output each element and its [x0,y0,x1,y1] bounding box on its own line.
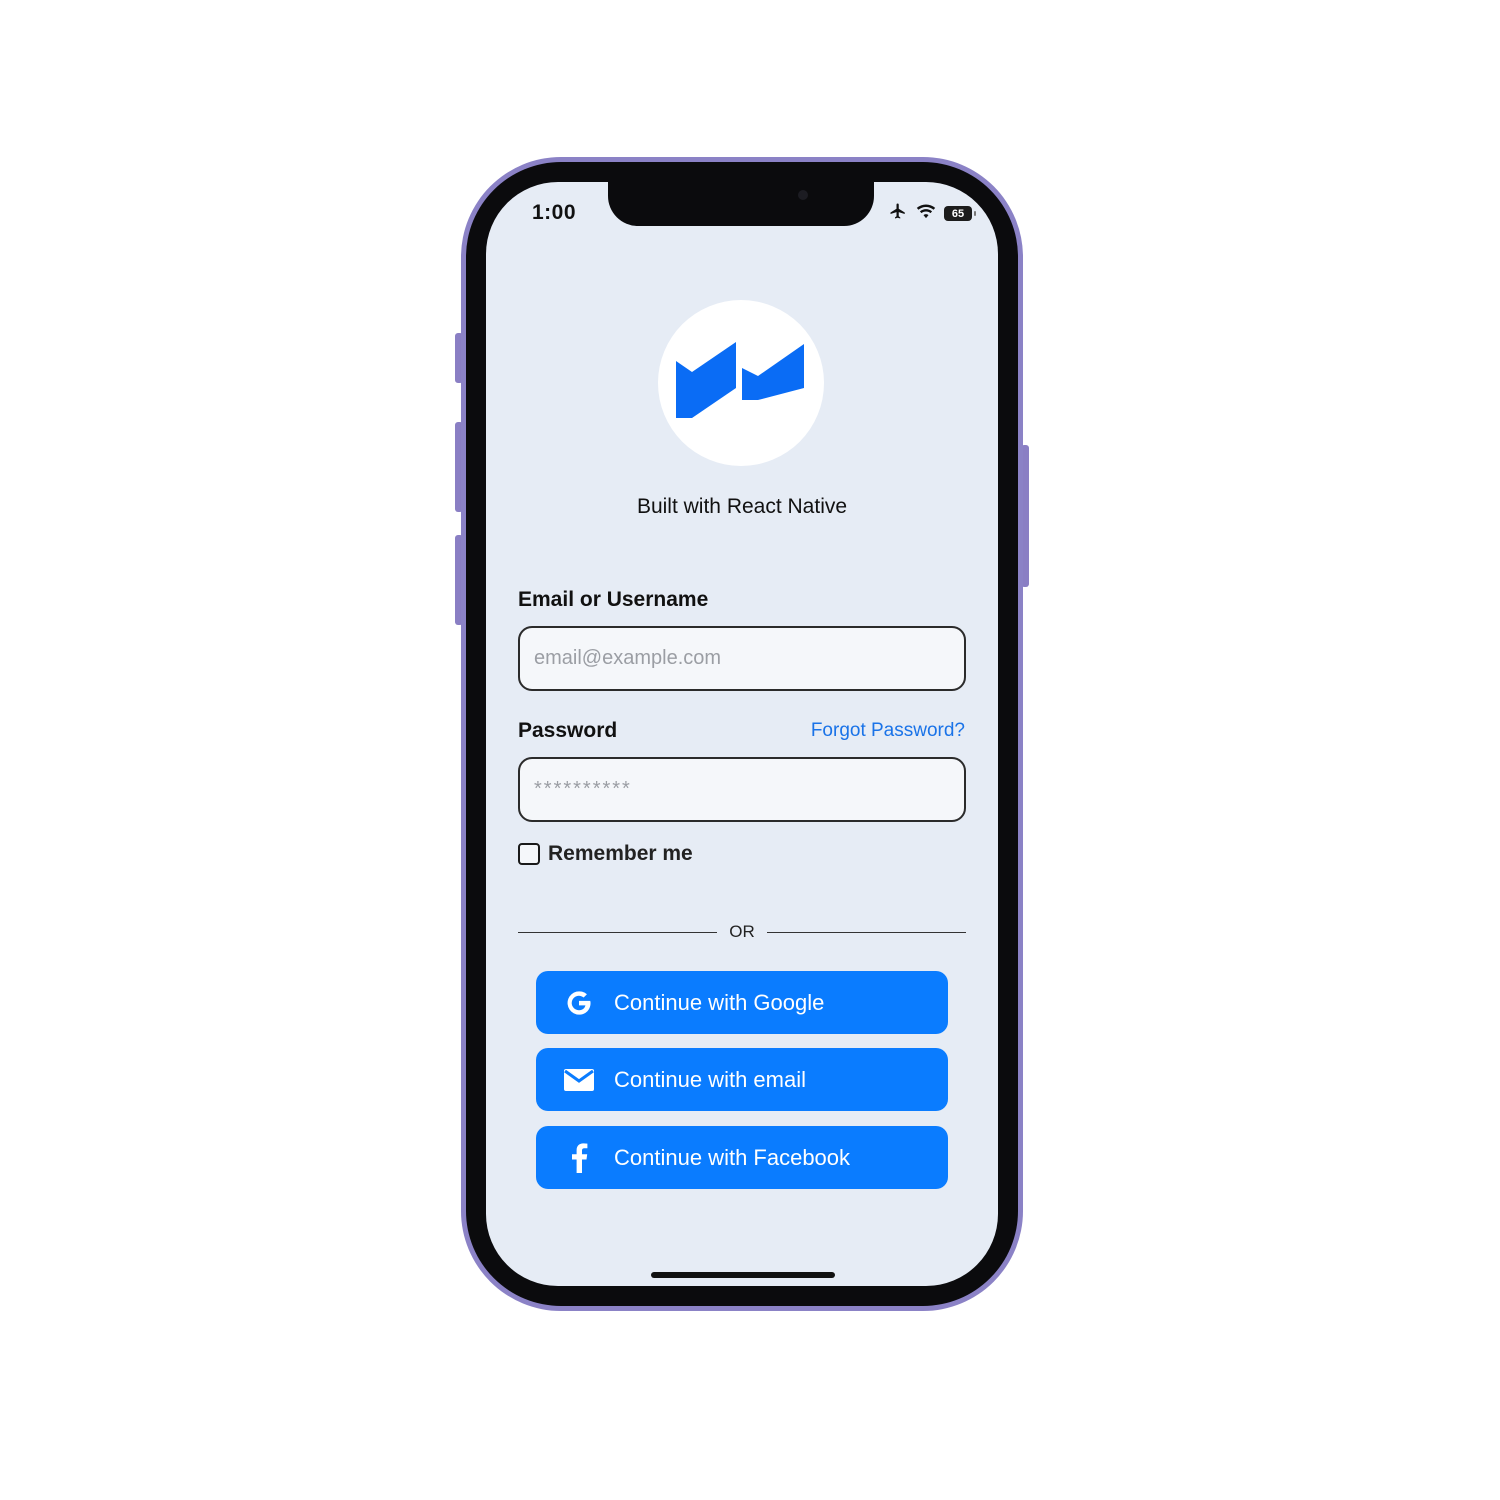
email-field[interactable] [518,626,966,691]
email-label: Email or Username [518,588,709,611]
airplane-icon [888,202,908,225]
email-button-label: Continue with email [614,1066,806,1092]
battery-level: 65 [951,207,965,220]
divider-line-left [518,931,718,933]
app-logo [658,300,824,466]
status-icons: 65 [888,202,976,225]
continue-with-email-button[interactable]: Continue with email [536,1048,948,1111]
continue-with-facebook-button[interactable]: Continue with Facebook [536,1126,948,1189]
facebook-icon [564,1142,594,1173]
continue-with-google-button[interactable]: Continue with Google [536,971,948,1034]
password-label: Password [518,719,618,742]
camera-icon [798,190,808,200]
forgot-password-link[interactable]: Forgot Password? [811,720,965,742]
remember-me-checkbox[interactable] [518,843,540,865]
wifi-icon [916,203,936,224]
home-indicator[interactable] [651,1272,835,1278]
remember-me-row[interactable]: Remember me [518,842,693,866]
facebook-button-label: Continue with Facebook [614,1144,851,1170]
logo-mark-icon [676,342,804,418]
password-field[interactable] [518,757,966,822]
divider-text: OR [729,922,755,941]
mail-icon [564,1065,594,1095]
remember-me-label: Remember me [548,842,693,865]
google-button-label: Continue with Google [614,989,825,1015]
battery-icon: 65 [944,206,976,221]
or-divider: OR [518,922,966,942]
google-icon [564,988,594,1018]
notch [608,182,874,226]
app-screen: 1:00 65 Built with React Native Email or… [486,182,998,1286]
stage: 1:00 65 Built with React Native Email or… [0,0,1500,1500]
phone-bezel: 1:00 65 Built with React Native Email or… [466,162,1018,1306]
app-tagline: Built with React Native [636,495,848,518]
divider-line-right [766,931,966,933]
phone-frame: 1:00 65 Built with React Native Email or… [461,157,1023,1311]
status-time: 1:00 [532,201,577,224]
